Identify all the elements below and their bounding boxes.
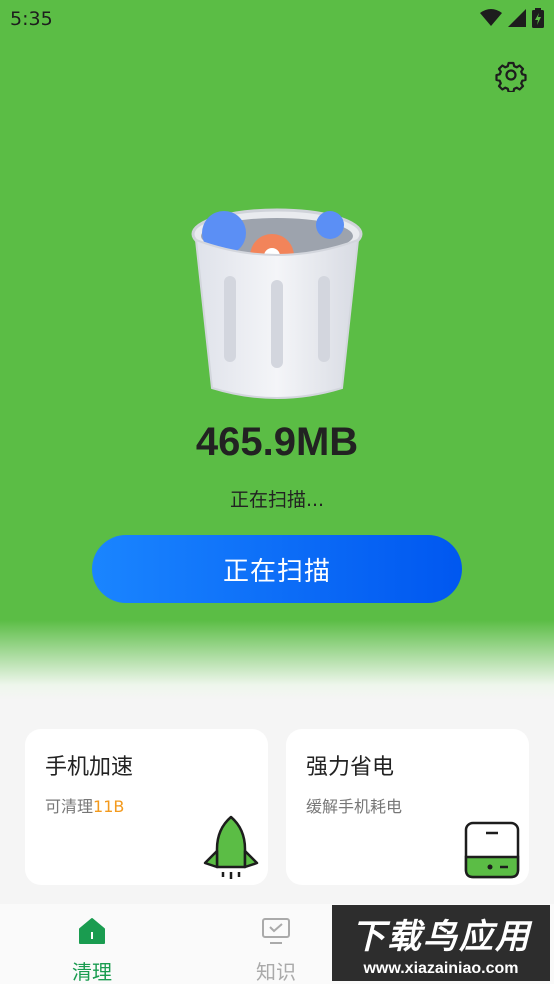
status-icons [480, 8, 544, 28]
tab-label: 清理 [72, 960, 112, 984]
settings-button[interactable] [494, 58, 528, 94]
tab-label: 知识 [256, 960, 296, 984]
watermark-url: www.xiazainiao.com [363, 960, 519, 977]
card-subtitle: 可清理11B [45, 797, 125, 816]
scan-status-text: 正在扫描... [229, 489, 325, 511]
battery-charging-icon [532, 8, 544, 28]
rocket-icon [203, 815, 259, 879]
phone-boost-card[interactable]: 手机加速 可清理11B [25, 729, 268, 885]
gear-icon [495, 61, 527, 94]
tab-clean[interactable]: 清理 [37, 904, 147, 984]
home-icon [79, 918, 105, 944]
junk-size-value: 465.9MB [195, 420, 359, 464]
card-title: 手机加速 [45, 755, 134, 780]
status-bar: 5:35 [0, 0, 554, 38]
signal-icon [508, 9, 526, 27]
status-time: 5:35 [10, 8, 53, 30]
scan-button[interactable]: 正在扫描 [92, 535, 462, 603]
card-subtitle: 缓解手机耗电 [306, 797, 403, 816]
power-save-card[interactable]: 强力省电 缓解手机耗电 [286, 729, 529, 885]
battery-pack-icon [464, 821, 520, 879]
watermark-title: 下载鸟应用 [351, 917, 531, 957]
watermark-logo: 下载鸟应用 www.xiazainiao.com [332, 905, 550, 981]
card-title: 强力省电 [306, 755, 395, 780]
tab-knowledge[interactable]: 知识 [221, 904, 331, 984]
cleanable-size: 11B [93, 797, 125, 816]
wifi-icon [480, 9, 502, 26]
monitor-check-icon [262, 918, 290, 944]
trash-can-icon [191, 208, 363, 399]
trash-can-illustration [188, 208, 366, 403]
